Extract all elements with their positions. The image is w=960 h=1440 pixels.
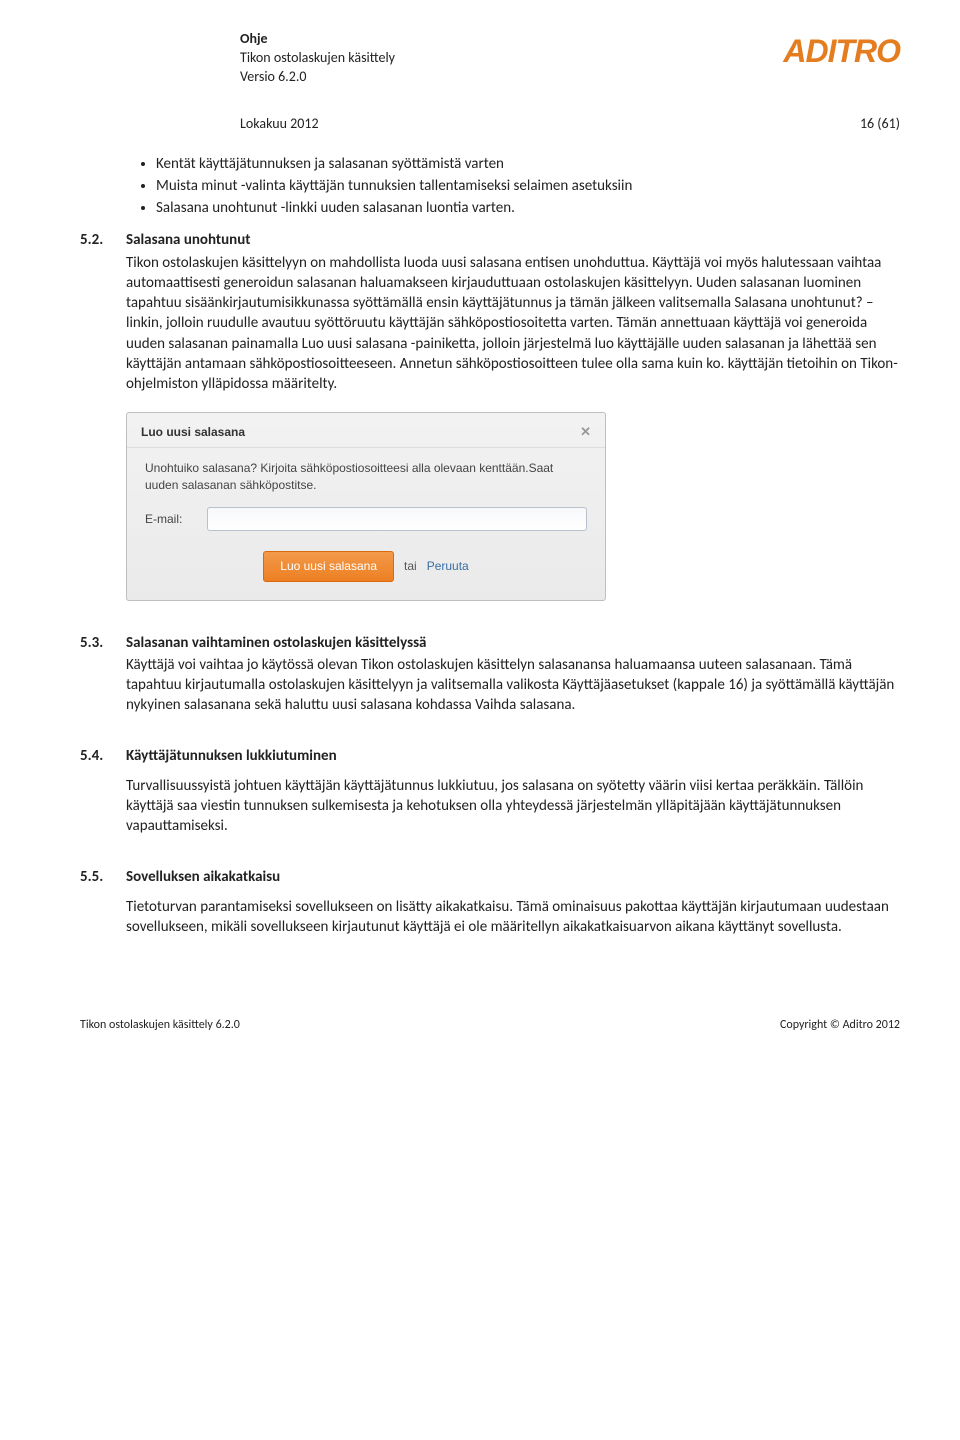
dialog-actions: Luo uusi salasana tai Peruuta bbox=[145, 547, 587, 581]
aditro-logo: ADITRO bbox=[783, 30, 900, 73]
cancel-link[interactable]: Peruuta bbox=[427, 558, 469, 574]
header-left-block: Ohje Tikon ostolaskujen käsittely Versio… bbox=[80, 30, 395, 87]
dialog-titlebar: Luo uusi salasana ✕ bbox=[127, 413, 605, 447]
footer-right: Copyright © Aditro 2012 bbox=[780, 1017, 900, 1033]
section-title: Salasanan vaihtaminen ostolaskujen käsit… bbox=[126, 633, 426, 653]
date-page-row: Lokakuu 2012 16 (61) bbox=[80, 115, 900, 134]
close-icon[interactable]: ✕ bbox=[580, 423, 591, 441]
or-text: tai bbox=[404, 558, 417, 574]
dialog-description: Unohtuiko salasana? Kirjoita sähköpostio… bbox=[145, 460, 587, 494]
section-number: 5.2. bbox=[80, 230, 126, 250]
section-body: Tikon ostolaskujen käsittelyyn on mahdol… bbox=[80, 253, 900, 395]
page-number: 16 (61) bbox=[860, 115, 900, 134]
section-5-4: 5.4. Käyttäjätunnuksen lukkiutuminen Tur… bbox=[80, 746, 900, 837]
list-item: Kentät käyttäjätunnuksen ja salasanan sy… bbox=[156, 154, 900, 174]
doc-version: Versio 6.2.0 bbox=[240, 68, 395, 87]
section-number: 5.5. bbox=[80, 867, 126, 887]
section-title: Käyttäjätunnuksen lukkiutuminen bbox=[126, 746, 337, 766]
list-item: Muista minut -valinta käyttäjän tunnuksi… bbox=[156, 176, 900, 196]
create-password-button[interactable]: Luo uusi salasana bbox=[263, 551, 394, 581]
section-heading: 5.2. Salasana unohtunut bbox=[80, 230, 900, 250]
dialog-body: Unohtuiko salasana? Kirjoita sähköpostio… bbox=[127, 447, 605, 600]
section-5-2: 5.2. Salasana unohtunut Tikon ostolaskuj… bbox=[80, 230, 900, 600]
page-header: Ohje Tikon ostolaskujen käsittely Versio… bbox=[80, 30, 900, 87]
footer-left: Tikon ostolaskujen käsittely 6.2.0 bbox=[80, 1017, 240, 1033]
email-row: E-mail: bbox=[145, 507, 587, 531]
section-heading: 5.3. Salasanan vaihtaminen ostolaskujen … bbox=[80, 633, 900, 653]
section-body: Käyttäjä voi vaihtaa jo käytössä olevan … bbox=[80, 655, 900, 716]
section-heading: 5.5. Sovelluksen aikakatkaisu bbox=[80, 867, 900, 887]
section-title: Salasana unohtunut bbox=[126, 230, 250, 250]
email-field[interactable] bbox=[207, 507, 587, 531]
page-footer: Tikon ostolaskujen käsittely 6.2.0 Copyr… bbox=[80, 1017, 900, 1033]
section-number: 5.3. bbox=[80, 633, 126, 653]
dialog-title-text: Luo uusi salasana bbox=[141, 424, 245, 440]
doc-title: Ohje bbox=[240, 30, 395, 49]
section-body: Tietoturvan parantamiseksi sovellukseen … bbox=[80, 897, 900, 938]
doc-date: Lokakuu 2012 bbox=[240, 115, 319, 134]
section-body: Turvallisuussyistä johtuen käyttäjän käy… bbox=[80, 776, 900, 837]
intro-bullet-list: Kentät käyttäjätunnuksen ja salasanan sy… bbox=[80, 154, 900, 219]
list-item: Salasana unohtunut -linkki uuden salasan… bbox=[156, 198, 900, 218]
section-5-3: 5.3. Salasanan vaihtaminen ostolaskujen … bbox=[80, 633, 900, 716]
section-5-5: 5.5. Sovelluksen aikakatkaisu Tietoturva… bbox=[80, 867, 900, 938]
doc-subtitle: Tikon ostolaskujen käsittely bbox=[240, 49, 395, 68]
section-heading: 5.4. Käyttäjätunnuksen lukkiutuminen bbox=[80, 746, 900, 766]
create-password-dialog: Luo uusi salasana ✕ Unohtuiko salasana? … bbox=[126, 412, 606, 600]
section-title: Sovelluksen aikakatkaisu bbox=[126, 867, 280, 887]
section-number: 5.4. bbox=[80, 746, 126, 766]
email-label: E-mail: bbox=[145, 511, 207, 527]
